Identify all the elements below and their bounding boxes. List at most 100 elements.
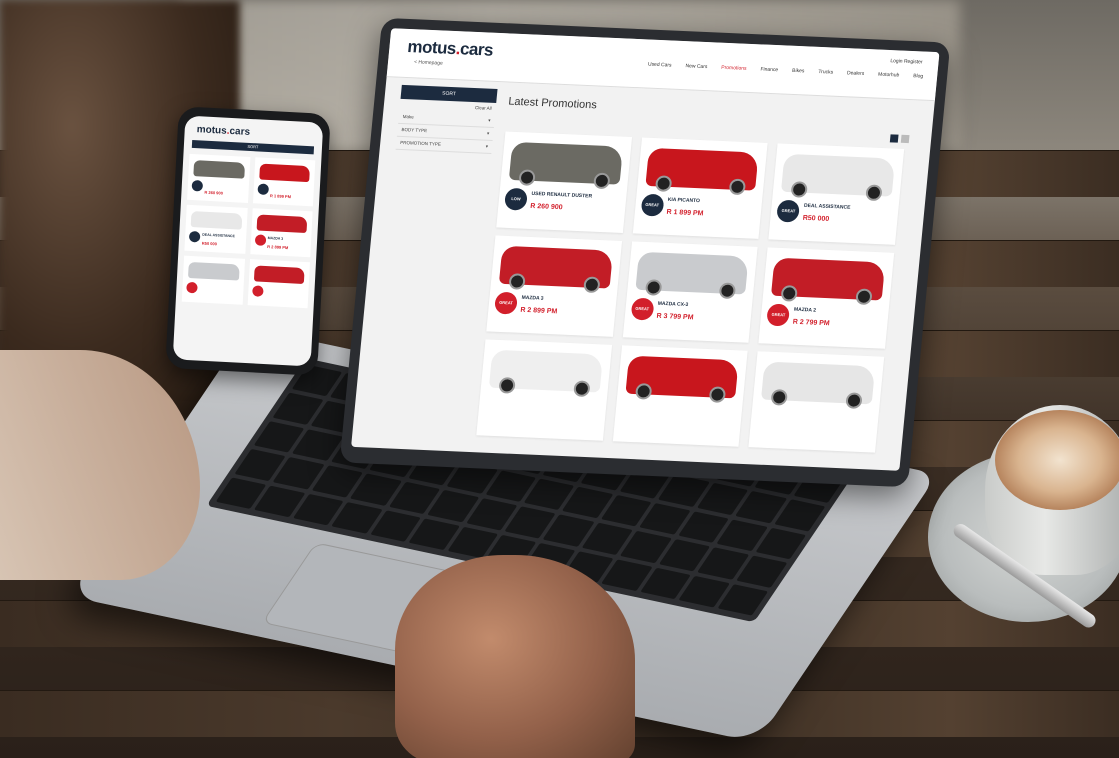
chevron-down-icon: ▾ bbox=[485, 143, 489, 149]
deal-badge: GREAT DEAL bbox=[766, 303, 791, 327]
car-image bbox=[498, 245, 613, 289]
back-link[interactable]: < Homepage bbox=[414, 59, 443, 66]
car-price: R 2 799 PM bbox=[792, 318, 830, 328]
car-image bbox=[625, 355, 740, 399]
motus-cars-logo[interactable]: motus.cars bbox=[407, 37, 494, 61]
car-image bbox=[193, 160, 245, 179]
car-image bbox=[761, 361, 876, 405]
car-image bbox=[190, 211, 242, 230]
deal-badge: GREAT VALUE bbox=[640, 193, 665, 217]
car-image bbox=[508, 141, 623, 185]
logo-text: motus bbox=[406, 36, 457, 59]
deal-badge bbox=[191, 179, 204, 192]
car-name: DEAL ASSISTANCE bbox=[803, 202, 851, 211]
phone-logo[interactable]: motus.cars bbox=[196, 124, 250, 138]
car-name: MAZDA CX-3 bbox=[657, 300, 689, 309]
promotion-grid: LOW MILEAGEUSED RENAULT DUSTER R 260 900 G… bbox=[476, 131, 905, 453]
nav-item[interactable]: Dealers bbox=[847, 70, 865, 77]
car-image bbox=[258, 163, 311, 183]
phone-promotion-card[interactable] bbox=[181, 255, 245, 305]
phone-promotion-card[interactable]: MAZDA 3 R 2 899 PM bbox=[249, 208, 313, 258]
chevron-down-icon: ▾ bbox=[488, 117, 491, 123]
login-link[interactable]: Login Register bbox=[890, 58, 923, 65]
right-hand bbox=[395, 555, 635, 758]
nav-item[interactable]: New Cars bbox=[685, 63, 707, 70]
phone-screen: motus.cars SORT R 260 900 R 1 899 PM DEAL … bbox=[172, 115, 324, 367]
view-toggle[interactable] bbox=[889, 134, 910, 144]
car-name: KIA PICANTO bbox=[667, 196, 701, 205]
logo-suffix: cars bbox=[459, 39, 494, 60]
clear-all-label: Clear All bbox=[474, 105, 492, 111]
latte-art bbox=[995, 410, 1119, 510]
laptop-display: motus.cars < Homepage Login Register Use… bbox=[339, 17, 951, 488]
car-image bbox=[635, 251, 750, 295]
car-name: MAZDA 3 bbox=[521, 294, 544, 302]
filter-list: Make ▾ BODY TYPE ▾ PROMOTION TYPE ▾ bbox=[395, 110, 496, 154]
car-price: R50 000 bbox=[201, 240, 218, 247]
filter-label: BODY TYPE bbox=[401, 126, 428, 134]
deal-badge: GREAT DEAL bbox=[776, 199, 801, 223]
smartphone: motus.cars SORT R 260 900 R 1 899 PM DEAL … bbox=[165, 106, 331, 376]
page-title: Latest Promotions bbox=[507, 95, 598, 112]
filter-label: PROMOTION TYPE bbox=[400, 139, 442, 147]
list-view-icon[interactable] bbox=[900, 134, 910, 144]
car-price: R 2 899 PM bbox=[267, 244, 289, 251]
deal-badge bbox=[186, 281, 198, 294]
phone-promotion-card[interactable]: R 1 899 PM bbox=[252, 157, 316, 207]
promotion-card[interactable]: GREAT VALUEKIA PICANTO R 1 899 PM bbox=[632, 137, 768, 239]
promotion-card[interactable] bbox=[612, 345, 748, 447]
phone-promotion-grid: R 260 900 R 1 899 PM DEAL ASSISTANCE R50 00… bbox=[181, 153, 316, 309]
deal-badge bbox=[256, 183, 269, 195]
nav-item[interactable]: Bikes bbox=[792, 68, 805, 75]
filter-sidebar: SORT Clear All Make ▾ BODY TYPE ▾ PROMOTION … bbox=[395, 84, 498, 154]
promotion-card[interactable] bbox=[748, 351, 885, 453]
car-price: R50 000 bbox=[802, 214, 830, 223]
car-image bbox=[253, 265, 305, 284]
nav-item[interactable]: Promotions bbox=[721, 65, 747, 72]
car-image bbox=[781, 153, 896, 197]
phone-logo-text: motus bbox=[196, 124, 228, 137]
nav-item[interactable]: Motorhub bbox=[878, 72, 900, 79]
nav-item[interactable]: Finance bbox=[760, 66, 778, 73]
nav-item[interactable]: Used Cars bbox=[648, 62, 672, 69]
car-image bbox=[256, 214, 308, 234]
phone-logo-suffix: cars bbox=[229, 125, 251, 138]
promotion-card[interactable]: LOW MILEAGEUSED RENAULT DUSTER R 260 900 bbox=[496, 131, 632, 233]
deal-badge: GREAT DEAL bbox=[630, 297, 655, 321]
chevron-down-icon: ▾ bbox=[486, 130, 490, 136]
promotion-card[interactable]: GREAT DEALMAZDA 2 R 2 799 PM bbox=[758, 247, 895, 349]
phone-promotion-card[interactable] bbox=[247, 259, 310, 309]
car-name: MAZDA 2 bbox=[793, 306, 817, 314]
car-name: USED RENAULT DUSTER bbox=[531, 190, 593, 200]
car-image bbox=[771, 257, 886, 301]
promotion-card[interactable] bbox=[476, 339, 612, 441]
filter-label: Make bbox=[402, 113, 415, 120]
promotion-card[interactable]: GREAT DEALDEAL ASSISTANCE R50 000 bbox=[768, 143, 905, 245]
phone-sort-bar[interactable]: SORT bbox=[191, 139, 315, 155]
car-price: R 2 899 PM bbox=[520, 306, 558, 316]
car-price: R 260 900 bbox=[204, 189, 224, 196]
nav-item[interactable]: Blog bbox=[913, 73, 924, 79]
filter-item[interactable]: PROMOTION TYPE ▾ bbox=[395, 136, 493, 154]
promotion-card[interactable]: GREAT DEALMAZDA CX-3 R 3 799 PM bbox=[622, 241, 758, 343]
phone-promotion-card[interactable]: DEAL ASSISTANCE R50 000 bbox=[184, 204, 248, 254]
car-image bbox=[187, 261, 240, 281]
car-name: DEAL ASSISTANCE bbox=[202, 232, 235, 239]
grid-view-icon[interactable] bbox=[889, 134, 899, 143]
car-name: MAZDA 3 bbox=[267, 236, 284, 241]
deal-badge: LOW MILEAGE bbox=[503, 187, 529, 211]
nav-item[interactable]: Trucks bbox=[818, 69, 833, 76]
deal-badge bbox=[188, 230, 201, 243]
main-nav: Used Cars New Cars Promotions Finance Bikes T… bbox=[648, 62, 924, 80]
car-price: R 1 899 PM bbox=[666, 208, 704, 218]
car-price: R 260 900 bbox=[529, 202, 563, 212]
laptop-screen: motus.cars < Homepage Login Register Use… bbox=[351, 28, 940, 471]
car-price: R 1 899 PM bbox=[269, 193, 292, 200]
photo-scene: motus.cars < Homepage Login Register Use… bbox=[0, 0, 1119, 758]
car-image bbox=[645, 147, 760, 191]
promotion-card[interactable]: GREAT DEALMAZDA 3 R 2 899 PM bbox=[486, 235, 622, 337]
phone-promotion-card[interactable]: R 260 900 bbox=[187, 153, 250, 203]
car-price: R 3 799 PM bbox=[656, 312, 694, 322]
deal-badge bbox=[251, 285, 264, 297]
deal-badge: GREAT DEAL bbox=[493, 291, 519, 315]
